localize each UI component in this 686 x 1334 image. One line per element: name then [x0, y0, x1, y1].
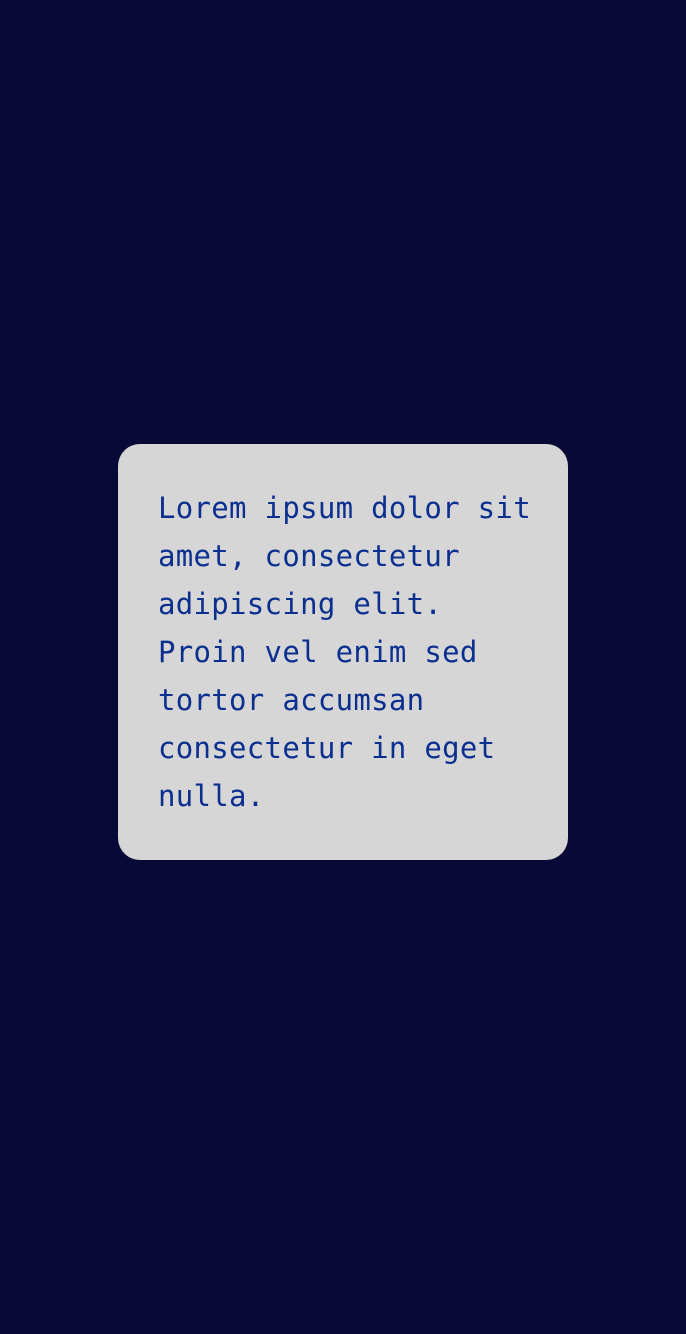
text-card: Lorem ipsum dolor sit amet, consectetur …	[118, 444, 568, 860]
card-body-text: Lorem ipsum dolor sit amet, consectetur …	[158, 491, 531, 813]
